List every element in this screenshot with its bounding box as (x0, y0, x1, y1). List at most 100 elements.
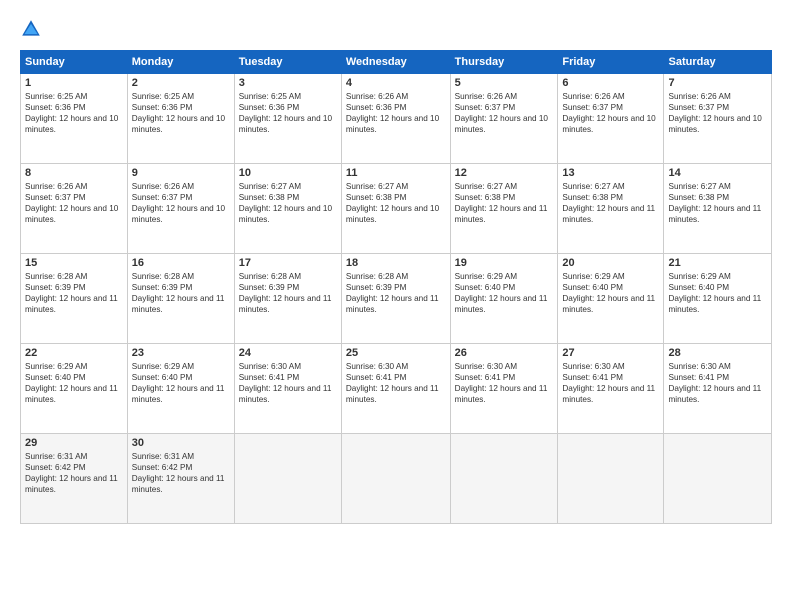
calendar-cell: 28Sunrise: 6:30 AMSunset: 6:41 PMDayligh… (664, 344, 772, 434)
day-info: Sunrise: 6:30 AMSunset: 6:41 PMDaylight:… (562, 361, 659, 405)
day-info: Sunrise: 6:26 AMSunset: 6:37 PMDaylight:… (25, 181, 123, 225)
col-friday: Friday (558, 51, 664, 74)
day-number: 25 (346, 347, 446, 359)
day-number: 15 (25, 257, 123, 269)
calendar-cell: 21 Sunrise: 6:29 AMSunset: 6:40 PMDayligh… (664, 254, 772, 344)
calendar-cell: 26Sunrise: 6:30 AMSunset: 6:41 PMDayligh… (450, 344, 558, 434)
day-info: Sunrise: 6:29 AMSunset: 6:40 PMDaylight:… (455, 271, 554, 315)
day-info: Sunrise: 6:29 AMSunset: 6:40 PMDaylight:… (25, 361, 123, 405)
day-number: 6 (562, 77, 659, 89)
calendar-cell: 2 Sunrise: 6:25 AMSunset: 6:36 PMDaylight… (127, 74, 234, 164)
calendar-cell: 11 Sunrise: 6:27 AMSunset: 6:38 PMDayligh… (341, 164, 450, 254)
day-info: Sunrise: 6:27 AMSunset: 6:38 PMDaylight:… (455, 181, 554, 225)
col-thursday: Thursday (450, 51, 558, 74)
day-info: Sunrise: 6:27 AMSunset: 6:38 PMDaylight:… (239, 181, 337, 225)
day-info: Sunrise: 6:25 AMSunset: 6:36 PMDaylight:… (239, 91, 337, 135)
day-info: Sunrise: 6:30 AMSunset: 6:41 PMDaylight:… (239, 361, 337, 405)
header (20, 18, 772, 40)
day-info: Sunrise: 6:31 AMSunset: 6:42 PMDaylight:… (25, 451, 123, 495)
calendar-cell: 14 Sunrise: 6:27 AMSunset: 6:38 PMDayligh… (664, 164, 772, 254)
day-number: 11 (346, 167, 446, 179)
day-number: 23 (132, 347, 230, 359)
calendar-cell: 30Sunrise: 6:31 AMSunset: 6:42 PMDayligh… (127, 434, 234, 524)
day-number: 22 (25, 347, 123, 359)
day-number: 4 (346, 77, 446, 89)
calendar-cell: 12 Sunrise: 6:27 AMSunset: 6:38 PMDayligh… (450, 164, 558, 254)
day-number: 26 (455, 347, 554, 359)
week-row-1: 1 Sunrise: 6:25 AMSunset: 6:36 PMDaylight… (21, 74, 772, 164)
day-info: Sunrise: 6:28 AMSunset: 6:39 PMDaylight:… (25, 271, 123, 315)
calendar-cell: 22 Sunrise: 6:29 AMSunset: 6:40 PMDayligh… (21, 344, 128, 434)
day-number: 3 (239, 77, 337, 89)
calendar-cell: 18 Sunrise: 6:28 AMSunset: 6:39 PMDayligh… (341, 254, 450, 344)
day-info: Sunrise: 6:26 AMSunset: 6:37 PMDaylight:… (668, 91, 767, 135)
day-info: Sunrise: 6:26 AMSunset: 6:37 PMDaylight:… (132, 181, 230, 225)
day-number: 21 (668, 257, 767, 269)
calendar-cell: 7Sunrise: 6:26 AMSunset: 6:37 PMDaylight… (664, 74, 772, 164)
calendar-cell: 15 Sunrise: 6:28 AMSunset: 6:39 PMDayligh… (21, 254, 128, 344)
day-info: Sunrise: 6:26 AMSunset: 6:37 PMDaylight:… (562, 91, 659, 135)
calendar-cell: 13 Sunrise: 6:27 AMSunset: 6:38 PMDayligh… (558, 164, 664, 254)
day-number: 28 (668, 347, 767, 359)
day-info: Sunrise: 6:28 AMSunset: 6:39 PMDaylight:… (132, 271, 230, 315)
day-number: 29 (25, 437, 123, 449)
day-number: 10 (239, 167, 337, 179)
day-info: Sunrise: 6:29 AMSunset: 6:40 PMDaylight:… (132, 361, 230, 405)
day-number: 2 (132, 77, 230, 89)
col-wednesday: Wednesday (341, 51, 450, 74)
day-info: Sunrise: 6:25 AMSunset: 6:36 PMDaylight:… (132, 91, 230, 135)
calendar-header: Sunday Monday Tuesday Wednesday Thursday… (21, 51, 772, 74)
week-row-2: 8 Sunrise: 6:26 AMSunset: 6:37 PMDaylight… (21, 164, 772, 254)
calendar-cell: 10 Sunrise: 6:27 AMSunset: 6:38 PMDayligh… (234, 164, 341, 254)
calendar-cell: 24 Sunrise: 6:30 AMSunset: 6:41 PMDayligh… (234, 344, 341, 434)
calendar-cell: 1 Sunrise: 6:25 AMSunset: 6:36 PMDaylight… (21, 74, 128, 164)
day-number: 13 (562, 167, 659, 179)
week-row-3: 15 Sunrise: 6:28 AMSunset: 6:39 PMDayligh… (21, 254, 772, 344)
calendar-cell: 20 Sunrise: 6:29 AMSunset: 6:40 PMDayligh… (558, 254, 664, 344)
day-info: Sunrise: 6:27 AMSunset: 6:38 PMDaylight:… (668, 181, 767, 225)
day-number: 8 (25, 167, 123, 179)
calendar-cell: 17 Sunrise: 6:28 AMSunset: 6:39 PMDayligh… (234, 254, 341, 344)
day-info: Sunrise: 6:27 AMSunset: 6:38 PMDaylight:… (346, 181, 446, 225)
day-number: 5 (455, 77, 554, 89)
calendar-cell: 5 Sunrise: 6:26 AMSunset: 6:37 PMDaylight… (450, 74, 558, 164)
calendar-cell: 23 Sunrise: 6:29 AMSunset: 6:40 PMDayligh… (127, 344, 234, 434)
logo-icon (20, 18, 42, 40)
day-number: 16 (132, 257, 230, 269)
calendar-body: 1 Sunrise: 6:25 AMSunset: 6:36 PMDaylight… (21, 74, 772, 524)
calendar-cell: 3 Sunrise: 6:25 AMSunset: 6:36 PMDaylight… (234, 74, 341, 164)
day-number: 1 (25, 77, 123, 89)
calendar-cell: 9 Sunrise: 6:26 AMSunset: 6:37 PMDaylight… (127, 164, 234, 254)
day-info: Sunrise: 6:29 AMSunset: 6:40 PMDaylight:… (668, 271, 767, 315)
day-info: Sunrise: 6:31 AMSunset: 6:42 PMDaylight:… (132, 451, 230, 495)
col-sunday: Sunday (21, 51, 128, 74)
calendar-cell: 16 Sunrise: 6:28 AMSunset: 6:39 PMDayligh… (127, 254, 234, 344)
calendar-cell: 25 Sunrise: 6:30 AMSunset: 6:41 PMDayligh… (341, 344, 450, 434)
col-tuesday: Tuesday (234, 51, 341, 74)
day-number: 18 (346, 257, 446, 269)
day-info: Sunrise: 6:25 AMSunset: 6:36 PMDaylight:… (25, 91, 123, 135)
header-row: Sunday Monday Tuesday Wednesday Thursday… (21, 51, 772, 74)
day-number: 14 (668, 167, 767, 179)
calendar-cell: 4 Sunrise: 6:26 AMSunset: 6:36 PMDaylight… (341, 74, 450, 164)
calendar-cell (558, 434, 664, 524)
day-number: 27 (562, 347, 659, 359)
day-info: Sunrise: 6:26 AMSunset: 6:36 PMDaylight:… (346, 91, 446, 135)
col-saturday: Saturday (664, 51, 772, 74)
calendar-cell: 6 Sunrise: 6:26 AMSunset: 6:37 PMDaylight… (558, 74, 664, 164)
day-info: Sunrise: 6:28 AMSunset: 6:39 PMDaylight:… (346, 271, 446, 315)
calendar-cell: 27 Sunrise: 6:30 AMSunset: 6:41 PMDayligh… (558, 344, 664, 434)
day-number: 12 (455, 167, 554, 179)
day-number: 17 (239, 257, 337, 269)
day-info: Sunrise: 6:28 AMSunset: 6:39 PMDaylight:… (239, 271, 337, 315)
logo (20, 18, 46, 40)
day-number: 9 (132, 167, 230, 179)
day-info: Sunrise: 6:29 AMSunset: 6:40 PMDaylight:… (562, 271, 659, 315)
day-number: 20 (562, 257, 659, 269)
calendar-table: Sunday Monday Tuesday Wednesday Thursday… (20, 50, 772, 524)
day-number: 24 (239, 347, 337, 359)
day-info: Sunrise: 6:26 AMSunset: 6:37 PMDaylight:… (455, 91, 554, 135)
day-info: Sunrise: 6:27 AMSunset: 6:38 PMDaylight:… (562, 181, 659, 225)
day-info: Sunrise: 6:30 AMSunset: 6:41 PMDaylight:… (346, 361, 446, 405)
week-row-4: 22 Sunrise: 6:29 AMSunset: 6:40 PMDayligh… (21, 344, 772, 434)
